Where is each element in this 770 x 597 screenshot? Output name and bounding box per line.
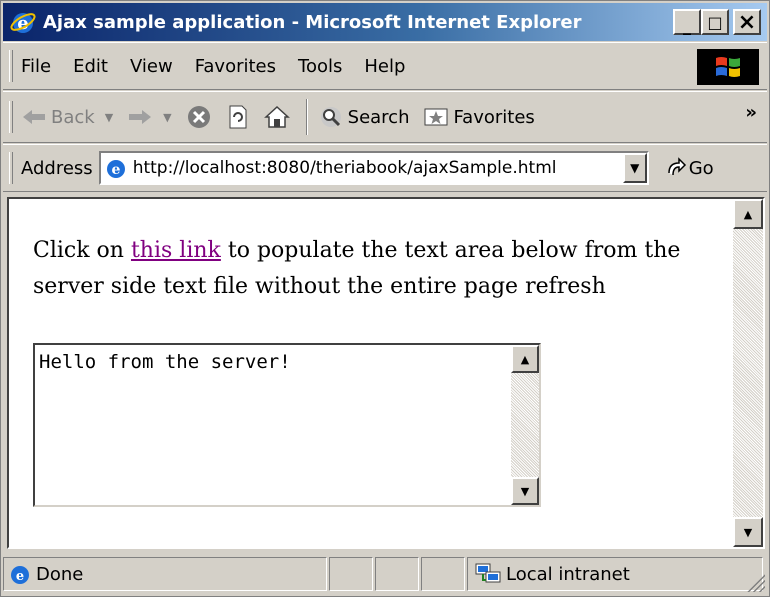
status-pane-3 xyxy=(421,557,465,591)
status-zone-pane: Local intranet xyxy=(467,557,763,591)
home-icon xyxy=(263,105,290,128)
window-title: Ajax sample application - Microsoft Inte… xyxy=(43,11,582,33)
address-field-box[interactable]: e ▼ xyxy=(98,151,649,185)
address-bar: Address e ▼ Go xyxy=(3,144,767,192)
maximize-icon: □ xyxy=(707,12,723,32)
scroll-up-icon: ▲ xyxy=(520,352,530,366)
windows-logo xyxy=(697,49,759,85)
search-icon xyxy=(320,107,341,127)
search-button[interactable]: Search xyxy=(318,104,410,130)
zone-text: Local intranet xyxy=(506,563,630,585)
menu-favorites[interactable]: Favorites xyxy=(195,56,276,77)
menu-favorites-label: Favorites xyxy=(194,55,277,77)
toolbar-grip[interactable] xyxy=(9,101,13,133)
maximize-button[interactable]: □ xyxy=(701,9,729,35)
favorites-icon xyxy=(424,108,448,126)
address-input[interactable] xyxy=(128,157,609,179)
menu-edit[interactable]: Edit xyxy=(73,56,108,77)
page-scroll-down-button[interactable]: ▼ xyxy=(733,517,763,547)
caption-buttons: _ □ × xyxy=(673,9,761,35)
menu-tools-label: Tools xyxy=(298,55,343,77)
status-pane-1 xyxy=(329,557,373,591)
close-button[interactable]: × xyxy=(733,9,761,35)
back-dropdown-icon[interactable]: ▼ xyxy=(105,111,113,124)
menu-view[interactable]: View xyxy=(130,56,173,77)
menu-bar-grip[interactable] xyxy=(9,50,13,82)
instruction-paragraph: Click on this link to populate the text … xyxy=(33,233,723,305)
go-button[interactable]: Go xyxy=(665,157,714,179)
standard-toolbar: Back ▼ ▼ Search Favorites » xyxy=(3,91,767,143)
title-bar[interactable]: e Ajax sample application - Microsoft In… xyxy=(3,3,767,41)
scroll-down-icon: ▼ xyxy=(743,525,753,539)
stop-icon xyxy=(187,106,210,128)
forward-button[interactable]: ▼ xyxy=(127,107,172,127)
scroll-up-icon: ▲ xyxy=(743,207,753,221)
page-content: Click on this link to populate the text … xyxy=(7,197,765,549)
resize-grip-icon[interactable] xyxy=(747,574,765,592)
status-bar: e Done Local intranet xyxy=(3,554,767,594)
menu-view-label: View xyxy=(129,55,173,77)
textarea-value: Hello from the server! xyxy=(39,351,291,373)
instruction-text-before: Click on xyxy=(33,238,131,263)
minimize-icon: _ xyxy=(683,15,691,35)
status-pane-2 xyxy=(375,557,419,591)
textarea-scroll-down-button[interactable]: ▼ xyxy=(511,477,539,505)
stop-button[interactable] xyxy=(186,104,212,130)
intranet-zone-icon xyxy=(475,563,501,583)
back-label: Back xyxy=(51,106,95,128)
search-label: Search xyxy=(347,106,410,128)
go-label: Go xyxy=(688,157,714,179)
address-dropdown-button[interactable]: ▼ xyxy=(622,153,647,183)
close-icon: × xyxy=(737,9,757,35)
populate-link[interactable]: this link xyxy=(131,238,221,263)
forward-arrow-icon xyxy=(129,110,152,124)
browser-window: e Ajax sample application - Microsoft In… xyxy=(0,0,770,597)
windows-flag-icon xyxy=(716,57,740,77)
menu-edit-label: Edit xyxy=(73,55,108,77)
status-main-pane: e Done xyxy=(3,557,327,591)
address-label: Address xyxy=(21,157,93,179)
toolbar-separator xyxy=(305,99,308,135)
address-bar-grip[interactable] xyxy=(9,152,13,184)
page-done-icon: e xyxy=(11,566,29,584)
menu-bar: File Edit View Favorites Tools Help xyxy=(3,42,767,90)
menu-file-label: File xyxy=(21,55,52,77)
svg-text:e: e xyxy=(111,162,120,178)
back-arrow-icon xyxy=(23,110,45,124)
minimize-button[interactable]: _ xyxy=(673,9,701,35)
favorites-button[interactable]: Favorites xyxy=(423,105,535,129)
ie-logo-icon: e xyxy=(10,13,36,34)
dropdown-arrow-icon: ▼ xyxy=(630,161,640,175)
page-icon: e xyxy=(106,160,125,178)
refresh-icon xyxy=(229,105,247,129)
back-button[interactable]: Back ▼ xyxy=(21,107,113,128)
refresh-button[interactable] xyxy=(226,104,250,130)
home-button[interactable] xyxy=(263,104,290,130)
status-text: Done xyxy=(36,563,84,585)
menu-help[interactable]: Help xyxy=(364,56,405,77)
page-scroll-up-button[interactable]: ▲ xyxy=(733,199,763,229)
go-arrow-icon xyxy=(667,157,686,176)
toolbar-chevron-icon[interactable]: » xyxy=(745,102,757,123)
textarea-scrollbar[interactable]: ▲ ▼ xyxy=(511,345,539,505)
menu-help-label: Help xyxy=(364,55,406,77)
forward-dropdown-icon[interactable]: ▼ xyxy=(163,111,171,124)
favorites-label: Favorites xyxy=(453,106,535,128)
scroll-down-icon: ▼ xyxy=(520,484,530,498)
svg-text:e: e xyxy=(16,569,24,584)
server-textarea[interactable]: Hello from the server! ▲ ▼ xyxy=(33,343,541,507)
page-scrollbar[interactable]: ▲ ▼ xyxy=(733,199,763,547)
textarea-scroll-up-button[interactable]: ▲ xyxy=(511,345,539,373)
menu-file[interactable]: File xyxy=(21,56,51,77)
menu-tools[interactable]: Tools xyxy=(298,56,342,77)
